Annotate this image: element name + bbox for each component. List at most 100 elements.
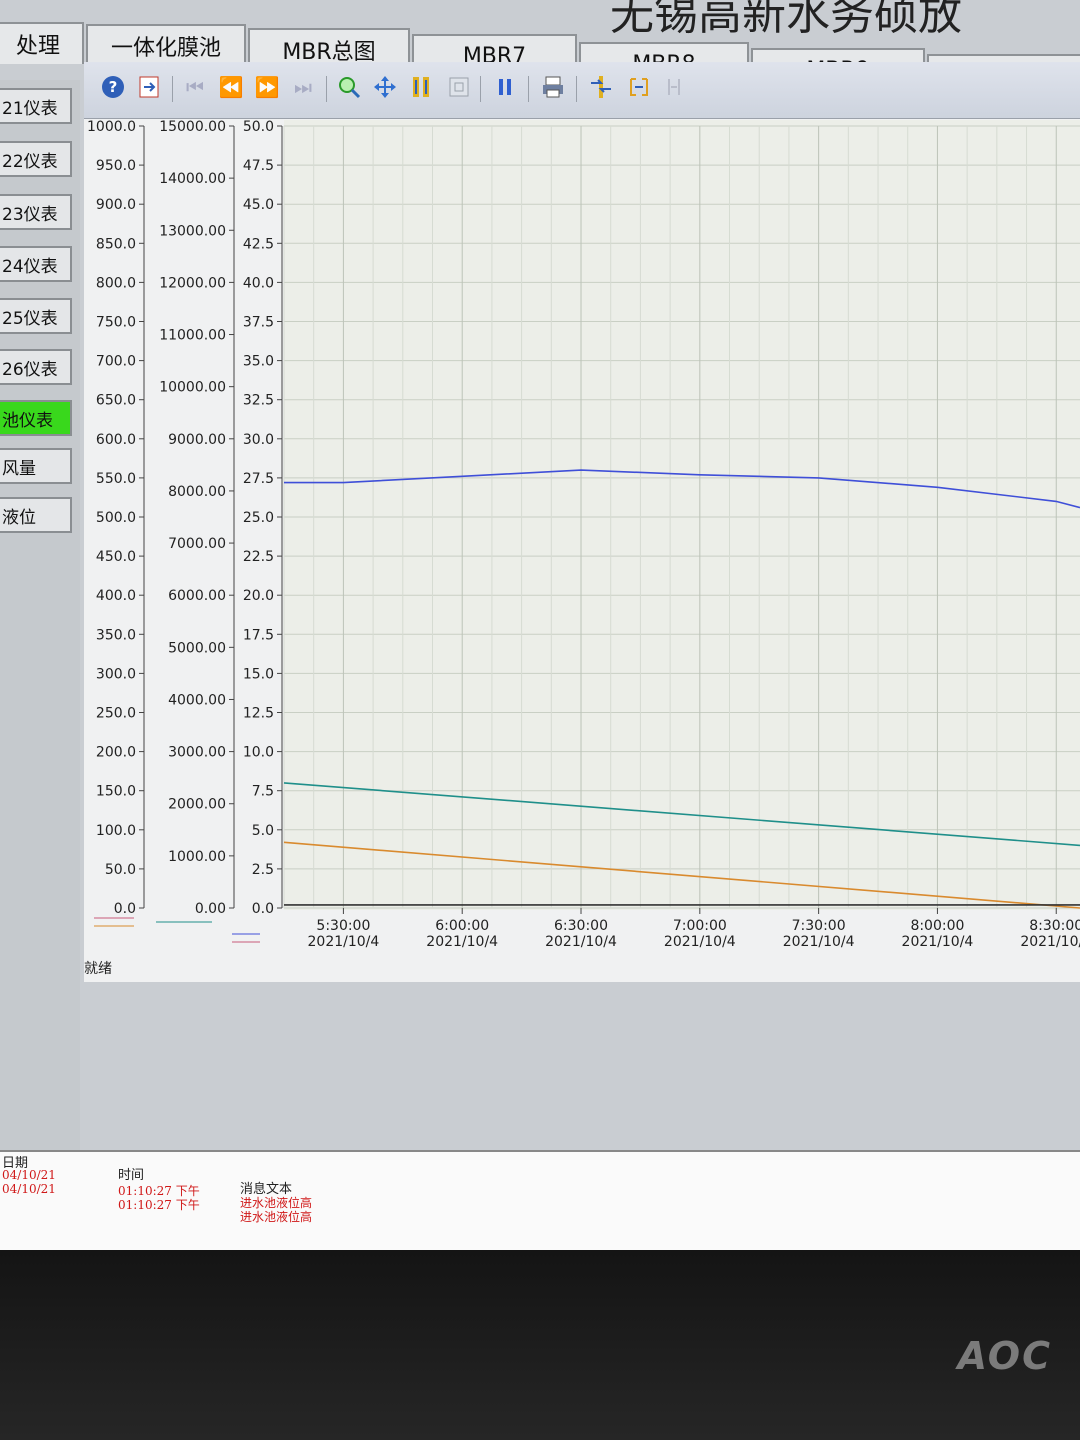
y-tick-label: 400.0: [96, 588, 136, 604]
y-tick-label: 200.0: [96, 745, 136, 761]
y-tick-label: 17.5: [243, 627, 274, 643]
y-tick-label: 2.5: [252, 862, 274, 878]
y-tick-label: 12.5: [243, 706, 274, 722]
y-tick-label: 40.0: [243, 275, 274, 291]
y-tick-label: 50.0: [105, 862, 136, 878]
trend-window: ? ⏮ ⏪ ⏩ ⏭ 标尺 1000.0950.0900.0850.080: [84, 62, 1080, 982]
nav-meter-23[interactable]: 23仪表: [0, 194, 72, 230]
y-tick-label: 4000.00: [168, 692, 226, 708]
first-icon[interactable]: ⏮: [182, 74, 208, 100]
y-tick-label: 42.5: [243, 236, 274, 252]
nav-meter-24[interactable]: 24仪表: [0, 246, 72, 282]
alarm-header-time: 时间: [118, 1168, 145, 1183]
y-tick-label: 3000.00: [168, 745, 226, 761]
axis-icon[interactable]: [408, 74, 434, 100]
last-icon[interactable]: ⏭: [290, 74, 316, 100]
y-tick-label: 750.0: [96, 315, 136, 331]
y-tick-label: 2000.00: [168, 797, 226, 813]
y-tick-label: 1000.00: [168, 849, 226, 865]
select-range-icon[interactable]: [626, 74, 652, 100]
left-nav: 21仪表 22仪表 23仪表 24仪表 25仪表 26仪表 池仪表 风量 液位: [0, 80, 80, 1150]
tab-integrated-membrane-tank[interactable]: 一体化膜池: [86, 24, 246, 66]
y-tick-label: 450.0: [96, 549, 136, 565]
nav-liquid-level[interactable]: 液位: [0, 497, 72, 533]
x-tick-date-label: 2021/10/4: [426, 934, 498, 950]
x-tick-label: 5:30:00: [316, 918, 370, 934]
nav-meter-22[interactable]: 22仪表: [0, 141, 72, 177]
x-tick-label: 6:30:00: [554, 918, 608, 934]
y-tick-label: 500.0: [96, 510, 136, 526]
trend-chart: 1000.0 950.0 900.0 850.0 800.0 750.0 700.0 650.…: [87, 119, 1080, 950]
y-tick-label: 5.0: [252, 823, 274, 839]
y-tick-label: 0.0: [114, 901, 136, 917]
monitor-screen: 无锡高新水务硕放 处理 一体化膜池 MBR总图 MBR7 MBR8 MBR9 M…: [0, 0, 1080, 1290]
nav-air-flow[interactable]: 风量: [0, 448, 72, 484]
y-tick-label: 600.0: [96, 432, 136, 448]
alarm-row-time: 01:10:27 下午: [118, 1198, 200, 1212]
y-tick-label: 25.0: [243, 510, 274, 526]
y-tick-label: 6000.00: [168, 588, 226, 604]
zoom-icon[interactable]: [336, 74, 362, 100]
y-tick-label: 9000.00: [168, 432, 226, 448]
y-tick-label: 37.5: [243, 315, 274, 331]
y-tick-label: 30.0: [243, 432, 274, 448]
pause-icon[interactable]: [492, 74, 518, 100]
y-tick-label: 650.0: [96, 393, 136, 409]
y-tick-label: 7000.00: [168, 536, 226, 552]
nav-meter-26[interactable]: 26仪表: [0, 349, 72, 385]
y-tick-label: 5000.00: [168, 640, 226, 656]
y-tick-label: 900.0: [96, 197, 136, 213]
y-tick-label: 0.00: [195, 901, 226, 917]
y-tick-label: 800.0: [96, 275, 136, 291]
export-icon[interactable]: [136, 74, 162, 100]
y-tick-label: 150.0: [96, 784, 136, 800]
nav-tank-meter[interactable]: 池仪表: [0, 400, 72, 436]
y-tick-label: 850.0: [96, 236, 136, 252]
y-tick-label: 27.5: [243, 471, 274, 487]
status-text: 就绪: [84, 961, 112, 977]
monitor-bezel: AOC: [0, 1250, 1080, 1440]
y-tick-label: 45.0: [243, 197, 274, 213]
y-tick-label: 14000.00: [159, 171, 226, 187]
statistics-icon[interactable]: [664, 74, 690, 100]
x-tick-date-label: 2021/10/4: [545, 934, 617, 950]
y-tick-label: 50.0: [243, 119, 274, 135]
alarm-row-date: 04/10/21: [2, 1168, 56, 1182]
y-tick-label: 7.5: [252, 784, 274, 800]
x-tick-label: 8:30:00: [1029, 918, 1080, 934]
y-tick-label: 100.0: [96, 823, 136, 839]
tab-treatment[interactable]: 处理: [0, 22, 84, 64]
x-tick-date-label: 2021/10/4: [783, 934, 855, 950]
y-tick-label: 11000.00: [159, 328, 226, 344]
y-tick-label: 12000.00: [159, 275, 226, 291]
y-tick-label: 350.0: [96, 627, 136, 643]
nav-meter-25[interactable]: 25仪表: [0, 298, 72, 334]
alarm-panel: 日期 时间 消息文本 04/10/21 04/10/21 01:10:27 下午…: [0, 1150, 1080, 1252]
y-tick-label: 47.5: [243, 158, 274, 174]
ruler-icon[interactable]: [588, 74, 614, 100]
x-tick-date-label: 2021/10/4: [664, 934, 736, 950]
x-tick-label: 8:00:00: [910, 918, 964, 934]
nav-meter-21[interactable]: 21仪表: [0, 88, 72, 124]
y-tick-label: 10.0: [243, 745, 274, 761]
help-icon[interactable]: ?: [100, 74, 126, 100]
y-tick-label: 550.0: [96, 471, 136, 487]
next-icon[interactable]: ⏩: [254, 74, 280, 100]
print-icon[interactable]: [540, 74, 566, 100]
y-tick-label: 300.0: [96, 666, 136, 682]
brand-logo: AOC: [957, 1334, 1052, 1378]
y-tick-label: 22.5: [243, 549, 274, 565]
x-tick-date-label: 2021/10/4: [1020, 934, 1080, 950]
pan-icon[interactable]: [372, 74, 398, 100]
prev-icon[interactable]: ⏪: [218, 74, 244, 100]
x-tick-label: 6:00:00: [435, 918, 489, 934]
x-tick-date-label: 2021/10/4: [308, 934, 380, 950]
legend-swatches: [94, 917, 260, 943]
y-tick-label: 32.5: [243, 393, 274, 409]
y-tick-label: 15.0: [243, 666, 274, 682]
y-tick-label: 700.0: [96, 354, 136, 370]
alarm-row-message: 进水池液位高: [240, 1210, 313, 1224]
y-tick-label: 950.0: [96, 158, 136, 174]
zoom-reset-icon[interactable]: [446, 74, 472, 100]
y-tick-label: 20.0: [243, 588, 274, 604]
